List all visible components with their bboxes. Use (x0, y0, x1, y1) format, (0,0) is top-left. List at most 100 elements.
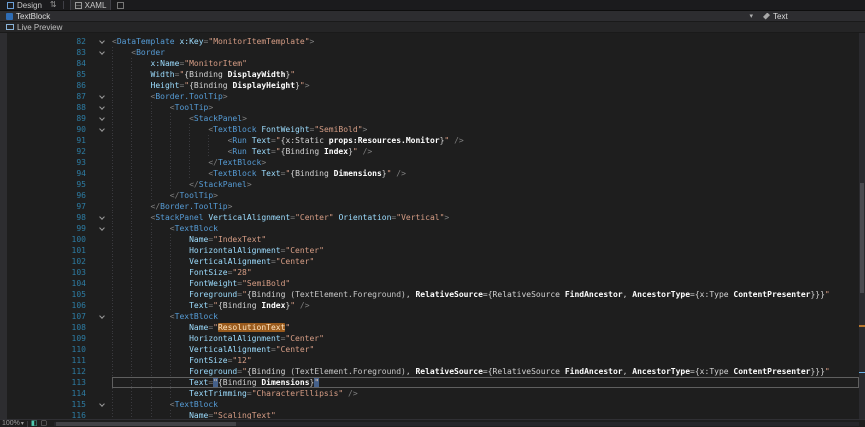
code-text[interactable]: <TextBlock (112, 311, 859, 322)
element-dropdown[interactable]: TextBlock (0, 11, 745, 21)
fold-margin (96, 201, 112, 212)
code-line: 111 FontSize="12" (0, 355, 859, 366)
line-number: 100 (0, 234, 96, 245)
chevron-down-icon[interactable]: ▾ (745, 13, 757, 20)
pane-icon[interactable]: ▢ (41, 420, 48, 427)
fold-margin (96, 179, 112, 190)
code-text[interactable]: <Border.ToolTip> (112, 91, 859, 102)
vertical-scrollbar-thumb[interactable] (860, 183, 864, 293)
editor-top-tab-strip: Design ⇅ XAML (0, 0, 865, 11)
vertical-scrollbar[interactable] (859, 33, 865, 427)
code-text[interactable]: x:Name="MonitorItem" (112, 58, 859, 69)
code-text[interactable]: Foreground="{Binding (TextElement.Foregr… (112, 289, 859, 300)
fold-chevron-icon[interactable] (99, 49, 105, 55)
fold-margin (96, 124, 112, 135)
code-line: 99 <TextBlock (0, 223, 859, 234)
fold-chevron-icon[interactable] (99, 93, 105, 99)
code-text[interactable]: <Run Text="{Binding Index}" /> (112, 146, 859, 157)
code-text[interactable]: HorizontalAlignment="Center" (112, 245, 859, 256)
fold-chevron-icon[interactable] (99, 225, 105, 231)
fold-chevron-icon[interactable] (99, 313, 105, 319)
code-text[interactable]: <TextBlock (112, 223, 859, 234)
split-view-icon[interactable]: ◧ (31, 420, 38, 427)
code-area[interactable]: 82<DataTemplate x:Key="MonitorItemTempla… (0, 33, 859, 427)
line-number: 97 (0, 201, 96, 212)
code-text[interactable]: Foreground="{Binding (TextElement.Foregr… (112, 366, 859, 377)
code-line: 112 Foreground="{Binding (TextElement.Fo… (0, 366, 859, 377)
code-text[interactable]: FontSize="12" (112, 355, 859, 366)
fold-chevron-icon[interactable] (99, 401, 105, 407)
line-number: 107 (0, 311, 96, 322)
code-text[interactable]: Name="ResolutionText" (112, 322, 859, 333)
fold-margin (96, 278, 112, 289)
code-text[interactable]: <StackPanel VerticalAlignment="Center" O… (112, 212, 859, 223)
line-number: 88 (0, 102, 96, 113)
code-text[interactable]: FontSize="28" (112, 267, 859, 278)
zoom-control[interactable]: 100% ▾ (2, 420, 24, 427)
fold-chevron-icon[interactable] (99, 126, 105, 132)
code-line: 107 <TextBlock (0, 311, 859, 322)
code-line: 96 </ToolTip> (0, 190, 859, 201)
xaml-tab[interactable]: XAML (70, 0, 112, 10)
fold-chevron-icon[interactable] (99, 38, 105, 44)
code-text[interactable]: FontWeight="SemiBold" (112, 278, 859, 289)
code-text[interactable]: </ToolTip> (112, 190, 859, 201)
code-line: 98 <StackPanel VerticalAlignment="Center… (0, 212, 859, 223)
fold-margin (96, 69, 112, 80)
line-number: 108 (0, 322, 96, 333)
code-editor[interactable]: 82<DataTemplate x:Key="MonitorItemTempla… (0, 33, 865, 427)
line-number: 114 (0, 388, 96, 399)
property-dropdown[interactable]: Text (757, 11, 865, 21)
code-text[interactable]: <TextBlock Text="{Binding Dimensions}" /… (112, 168, 859, 179)
fold-margin (96, 47, 112, 58)
code-text[interactable]: </Border.ToolTip> (112, 201, 859, 212)
line-number: 101 (0, 245, 96, 256)
code-text[interactable]: <StackPanel> (112, 113, 859, 124)
code-text[interactable]: </TextBlock> (112, 157, 859, 168)
code-text[interactable]: Height="{Binding DisplayHeight}"> (112, 80, 859, 91)
popout-icon[interactable] (117, 2, 124, 9)
design-tab[interactable]: Design (3, 0, 46, 10)
line-number: 95 (0, 179, 96, 190)
line-number: 98 (0, 212, 96, 223)
line-number: 90 (0, 124, 96, 135)
fold-margin (96, 344, 112, 355)
horizontal-scrollbar[interactable] (54, 422, 859, 426)
code-text[interactable]: <Border (112, 47, 859, 58)
code-text[interactable]: VerticalAlignment="Center" (112, 344, 859, 355)
code-text[interactable]: <ToolTip> (112, 102, 859, 113)
line-number: 111 (0, 355, 96, 366)
code-line: 93 </TextBlock> (0, 157, 859, 168)
fold-margin (96, 223, 112, 234)
line-number: 85 (0, 69, 96, 80)
swap-panes-icon[interactable]: ⇅ (50, 1, 57, 9)
code-text[interactable]: </StackPanel> (112, 179, 859, 190)
fold-margin (96, 234, 112, 245)
fold-margin (96, 377, 112, 388)
code-line: 113 Text="{Binding Dimensions}" (0, 377, 859, 388)
code-text[interactable]: Text="{Binding Index}" /> (112, 300, 859, 311)
property-name: Text (773, 12, 788, 21)
code-text[interactable]: Name="IndexText" (112, 234, 859, 245)
code-text[interactable]: Text="{Binding Dimensions}" (112, 377, 859, 388)
line-number: 115 (0, 399, 96, 410)
code-text[interactable]: TextTrimming="CharacterEllipsis" /> (112, 388, 859, 399)
fold-chevron-icon[interactable] (99, 214, 105, 220)
live-preview-toggle[interactable]: Live Preview (3, 22, 65, 32)
xaml-doc-icon (75, 2, 82, 9)
line-number: 99 (0, 223, 96, 234)
fold-chevron-icon[interactable] (99, 115, 105, 121)
horizontal-scrollbar-thumb[interactable] (56, 422, 236, 426)
code-text[interactable]: <Run Text="{x:Static props:Resources.Mon… (112, 135, 859, 146)
code-line: 115 <TextBlock (0, 399, 859, 410)
fold-margin (96, 289, 112, 300)
code-text[interactable]: Width="{Binding DisplayWidth}" (112, 69, 859, 80)
fold-margin (96, 146, 112, 157)
code-text[interactable]: <DataTemplate x:Key="MonitorItemTemplate… (112, 36, 859, 47)
code-text[interactable]: <TextBlock (112, 399, 859, 410)
code-text[interactable]: VerticalAlignment="Center" (112, 256, 859, 267)
code-text[interactable]: HorizontalAlignment="Center" (112, 333, 859, 344)
fold-margin (96, 113, 112, 124)
code-text[interactable]: <TextBlock FontWeight="SemiBold"> (112, 124, 859, 135)
fold-chevron-icon[interactable] (99, 104, 105, 110)
